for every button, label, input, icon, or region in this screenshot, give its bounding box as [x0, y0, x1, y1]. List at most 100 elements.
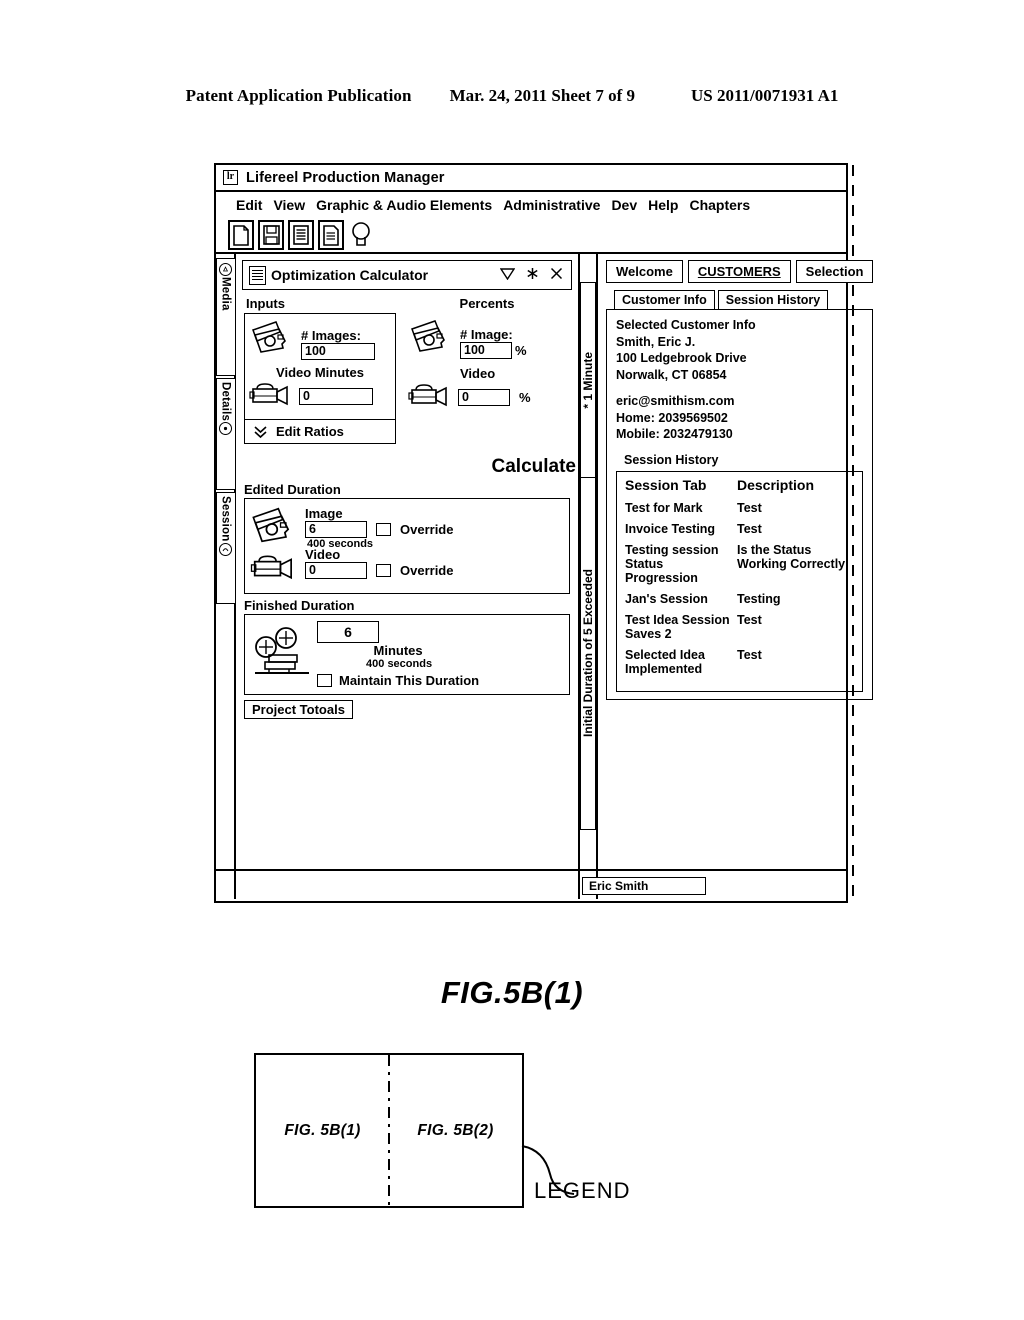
cell-description: Test — [737, 647, 762, 662]
edited-video-override-checkbox[interactable] — [376, 563, 391, 577]
percents-label: Percents — [459, 296, 515, 311]
edited-duration-title: Edited Duration — [244, 482, 341, 497]
edited-image-override-checkbox[interactable] — [376, 522, 391, 536]
cell-session-tab: Test for Mark — [625, 500, 703, 515]
window-titlebar: lr Lifereel Production Manager — [216, 165, 846, 192]
video-camera-icon — [249, 552, 299, 587]
menu-item-view[interactable]: View — [273, 197, 305, 213]
percent-video-field[interactable]: 0 — [458, 389, 510, 406]
initial-duration-indicator: Initial Duration of 5 Exceeded — [580, 478, 596, 830]
sidebar-item-details[interactable]: Details — [215, 378, 235, 490]
table-row[interactable]: Invoice Testing Test — [625, 522, 854, 536]
edited-image-override-label: Override — [400, 521, 454, 537]
menu-item-chapters[interactable]: Chapters — [689, 197, 750, 213]
report-icon[interactable] — [288, 220, 314, 250]
finished-duration-units: Minutes — [373, 643, 423, 658]
table-row[interactable]: Testing session Status Progression Is th… — [625, 543, 854, 585]
main-tabs: Welcome CUSTOMERS Selection — [606, 260, 874, 283]
menu-item-dev[interactable]: Dev — [611, 197, 637, 213]
finished-duration-seconds: 400 seconds — [366, 658, 433, 670]
table-row[interactable]: Jan's Session Testing — [625, 592, 854, 606]
document-text-icon[interactable] — [318, 220, 344, 250]
session-circle-icon — [219, 542, 232, 556]
inputs-label: Inputs — [246, 296, 285, 311]
legend-left-label: FIG. 5B(1) — [284, 1121, 361, 1139]
edited-image-field[interactable]: 6 — [305, 520, 367, 538]
customer-city-state-zip: Norwalk, CT 06854 — [616, 367, 727, 382]
calculator-panel-title: Optimization Calculator — [271, 267, 429, 283]
finished-duration-title: Finished Duration — [244, 598, 355, 613]
sidebar-rail: Media Details Session — [215, 254, 236, 899]
customer-email: eric@smithism.com — [616, 394, 735, 408]
window-body: Media Details Session Optimization Calcu… — [215, 254, 874, 899]
video-camera-icon — [249, 380, 293, 413]
table-row[interactable]: Test Idea Session Saves 2 Test — [625, 613, 854, 641]
finished-duration-box: 6 Minutes 400 seconds Maintain This Dura… — [244, 614, 570, 695]
cell-session-tab: Jan's Session — [625, 591, 708, 606]
edited-video-override-label: Override — [400, 562, 454, 578]
column-header-description: Description — [737, 476, 815, 493]
images-input-field[interactable]: 100 — [301, 343, 375, 360]
sidebar-item-session[interactable]: Session — [215, 492, 235, 604]
tab-selection[interactable]: Selection — [795, 260, 874, 283]
edit-ratios-button[interactable]: Edit Ratios — [245, 419, 395, 443]
lightbulb-icon[interactable] — [348, 220, 374, 250]
duration-indicator-strip: * 1 Minute Initial Duration of 5 Exceede… — [580, 254, 598, 899]
finished-duration-field[interactable]: 6 — [317, 621, 379, 643]
legend-divider — [388, 1055, 390, 1206]
customer-pane: Welcome CUSTOMERS Selection Customer Inf… — [598, 254, 877, 899]
session-history-table: Session Tab Description Test for Mark Te… — [616, 470, 864, 692]
menu-item-help[interactable]: Help — [648, 197, 678, 213]
legend-box: FIG. 5B(1) FIG. 5B(2) — [254, 1053, 524, 1208]
tab-welcome[interactable]: Welcome — [606, 260, 683, 283]
customer-info-heading: Selected Customer Info — [616, 318, 756, 332]
percent-images-label: # Image: — [460, 327, 513, 342]
project-totals-tab[interactable]: Project Totoals — [244, 700, 353, 719]
menu-item-administrative[interactable]: Administrative — [503, 197, 600, 213]
cell-description: Test — [737, 500, 762, 515]
table-row[interactable]: Test for Mark Test — [625, 501, 854, 515]
menu-item-graphic-audio-elements[interactable]: Graphic & Audio Elements — [316, 197, 492, 213]
photos-icon — [408, 318, 454, 359]
asterisk-icon[interactable] — [526, 267, 539, 284]
one-minute-label: * 1 Minute — [581, 351, 595, 409]
status-bar: Eric Smith — [216, 869, 846, 901]
inputs-group: # Images: 100 Video Minutes 0 Edit Ratio… — [244, 313, 396, 444]
details-circle-icon — [219, 422, 232, 436]
customer-address: 100 Ledgebrook Drive — [616, 351, 747, 365]
cell-description: Is the Status Working Correctly — [737, 542, 846, 571]
new-document-icon[interactable] — [228, 220, 254, 250]
app-logo-icon: lr — [223, 170, 238, 185]
menu-bar: Edit View Graphic & Audio Elements Admin… — [216, 192, 846, 218]
menu-item-edit[interactable]: Edit — [236, 197, 262, 213]
subtab-session-history[interactable]: Session History — [717, 290, 829, 309]
media-circle-icon — [219, 263, 232, 276]
window-title: Lifereel Production Manager — [246, 169, 445, 186]
video-camera-icon — [408, 381, 452, 414]
photos-icon — [249, 319, 295, 360]
patent-page-header: Patent Application Publication Mar. 24, … — [0, 86, 1024, 106]
table-row[interactable]: Selected Idea Implemented Test — [625, 648, 854, 676]
table-header-row: Session Tab Description — [625, 477, 854, 493]
save-icon[interactable] — [258, 220, 284, 250]
maintain-duration-checkbox[interactable] — [317, 674, 332, 687]
date-sheet-label: Mar. 24, 2011 Sheet 7 of 9 — [449, 86, 635, 105]
subtab-customer-info[interactable]: Customer Info — [614, 290, 715, 309]
percent-video-label: Video — [460, 366, 496, 381]
percent-images-field[interactable]: 100 — [460, 342, 512, 359]
video-minutes-field[interactable]: 0 — [299, 388, 373, 405]
cell-session-tab: Selected Idea Implemented — [625, 647, 705, 676]
sidebar-item-media[interactable]: Media — [215, 258, 235, 376]
close-icon[interactable] — [550, 267, 563, 284]
calculator-panel-header: Optimization Calculator — [242, 260, 572, 290]
triangle-down-icon[interactable] — [499, 267, 516, 284]
percent-images-row: # Image: 100 % — [404, 313, 570, 364]
images-input-label: # Images: — [301, 328, 361, 343]
calculate-button[interactable]: Calculate — [236, 456, 578, 478]
cell-session-tab: Test Idea Session Saves 2 — [625, 612, 730, 641]
status-user-field: Eric Smith — [582, 877, 706, 895]
maintain-duration-label: Maintain This Duration — [339, 673, 480, 688]
images-input-row: # Images: 100 — [245, 314, 395, 365]
tab-customers[interactable]: CUSTOMERS — [687, 260, 791, 283]
edited-video-field[interactable]: 0 — [305, 561, 367, 579]
